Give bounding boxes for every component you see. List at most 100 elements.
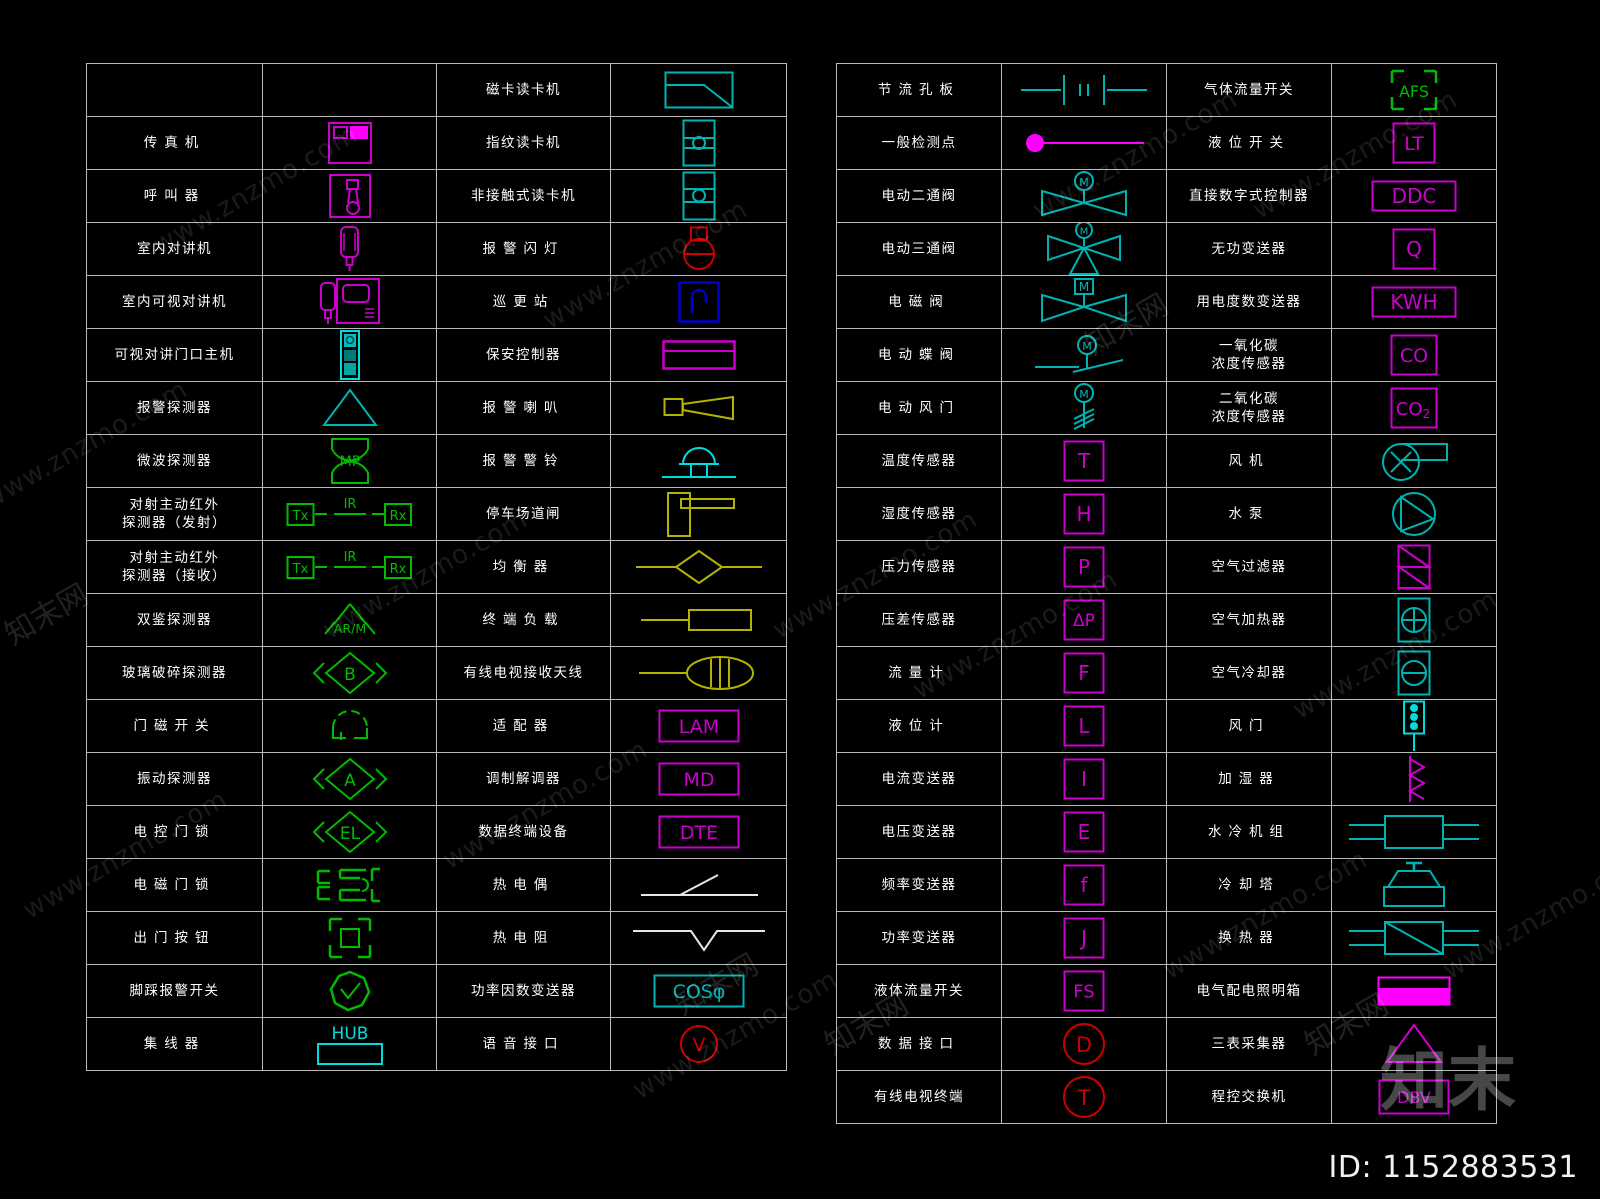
table-row: 电动风门 M 二氧化碳 浓度传感器 CO2 <box>836 381 1497 435</box>
level-meter-icon: L <box>1001 699 1167 753</box>
table-row: 一般检测点 液位开关 LT <box>836 116 1497 170</box>
symbol-label: 可视对讲门口主机 <box>86 328 263 382</box>
frequency-transducer-icon: f <box>1001 858 1167 912</box>
svg-text:A: A <box>344 771 356 791</box>
symbol-label: 振动探测器 <box>86 752 263 806</box>
svg-text:Tx: Tx <box>291 562 308 577</box>
symbol-label: 对射主动红外 探测器（接收） <box>86 540 263 594</box>
symbol-label: 无功变送器 <box>1166 222 1332 276</box>
watermark-brand-net: 知末网 <box>0 577 95 653</box>
table-row: 脚踩报警开关 功率因数变送器 COSφ <box>86 964 787 1018</box>
magnetic-door-lock-icon <box>262 858 437 912</box>
left-legend-table: 磁卡读卡机 传真机 指纹读卡机 呼叫器 非接触式读卡机 室内对讲机 报警闪灯 室内可视对讲机 巡… <box>86 63 787 1071</box>
svg-text:CO2: CO2 <box>1396 399 1430 421</box>
symbol-label: 频率变送器 <box>836 858 1002 912</box>
svg-text:ΔP: ΔP <box>1073 611 1095 631</box>
modem-md-icon: MD <box>610 752 787 806</box>
svg-text:J: J <box>1079 926 1087 950</box>
dte-icon: DTE <box>610 805 787 859</box>
symbol-label: 对射主动红外 探测器（发射） <box>86 487 263 541</box>
table-row: 传真机 指纹读卡机 <box>86 116 787 170</box>
equalizer-icon <box>610 540 787 594</box>
symbol-label: 玻璃破碎探测器 <box>86 646 263 700</box>
differential-pressure-sensor-icon: ΔP <box>1001 593 1167 647</box>
alarm-strobe-light-icon <box>610 222 787 276</box>
card-reader-mag-icon <box>610 63 787 117</box>
symbol-label: 集线器 <box>86 1017 263 1071</box>
water-pump-icon <box>1331 487 1497 541</box>
symbol-label: 液位开关 <box>1166 116 1332 170</box>
symbol-label: 空气冷却器 <box>1166 646 1332 700</box>
three-meter-collector-icon <box>1331 1017 1497 1071</box>
pressure-sensor-icon: P <box>1001 540 1167 594</box>
table-row: 电动蝶阀 M 一氧化碳 浓度传感器 CO <box>836 328 1497 382</box>
svg-text:H: H <box>1076 502 1091 526</box>
damper-icon <box>1331 699 1497 753</box>
svg-text:DBV: DBV <box>1397 1088 1431 1107</box>
symbol-label: 停车场道闸 <box>436 487 611 541</box>
symbol-label: 均衡器 <box>436 540 611 594</box>
svg-text:M: M <box>1079 176 1089 189</box>
svg-text:E: E <box>1078 820 1091 844</box>
symbol-label: 空气过滤器 <box>1166 540 1332 594</box>
voice-interface-icon: V <box>610 1017 787 1071</box>
table-row: 玻璃破碎探测器 B 有线电视接收天线 <box>86 646 787 700</box>
symbol-label: 换热器 <box>1166 911 1332 965</box>
table-row: 有线电视终端 T 程控交换机 DBV <box>836 1070 1497 1124</box>
adapter-lam-icon: LAM <box>610 699 787 753</box>
svg-text:Rx: Rx <box>389 562 406 577</box>
table-row: 室内对讲机 报警闪灯 <box>86 222 787 276</box>
water-chiller-icon <box>1331 805 1497 859</box>
symbol-label: 二氧化碳 浓度传感器 <box>1166 381 1332 435</box>
image-id-caption: ID: 1152883531 <box>1328 1150 1578 1185</box>
symbol-label: 一般检测点 <box>836 116 1002 170</box>
foot-alarm-switch-icon <box>262 964 437 1018</box>
symbol-label: 非接触式读卡机 <box>436 169 611 223</box>
symbol-label: 电动蝶阀 <box>836 328 1002 382</box>
table-row: 数据接口 D 三表采集器 <box>836 1017 1497 1071</box>
table-row: 功率变送器 J 换热器 <box>836 911 1497 965</box>
table-row: 电压变送器 E 水冷机组 <box>836 805 1497 859</box>
symbol-label: 电压变送器 <box>836 805 1002 859</box>
symbol-label: 冷却塔 <box>1166 858 1332 912</box>
symbol-label: 电动风门 <box>836 381 1002 435</box>
svg-text:M: M <box>1082 340 1092 353</box>
svg-text:Q: Q <box>1406 237 1422 261</box>
table-row: 液体流量开关 FS 电气配电照明箱 <box>836 964 1497 1018</box>
symbol-label: 液位计 <box>836 699 1002 753</box>
liquid-flow-switch-fs-icon: FS <box>1001 964 1167 1018</box>
symbol-label: 有线电视终端 <box>836 1070 1002 1124</box>
general-test-point-icon <box>1001 116 1167 170</box>
power-factor-transducer-icon: COSφ <box>610 964 787 1018</box>
table-row: 压力传感器 P 空气过滤器 <box>836 540 1497 594</box>
alarm-bell-icon <box>610 434 787 488</box>
catv-terminal-t-icon: T <box>1001 1070 1167 1124</box>
svg-text:B: B <box>344 665 356 685</box>
indoor-video-intercom-icon <box>262 275 437 329</box>
orifice-plate-icon <box>1001 63 1167 117</box>
symbol-label: 数据接口 <box>836 1017 1002 1071</box>
table-row: 出门按钮 热电阻 <box>86 911 787 965</box>
table-row: 湿度传感器 H 水泵 <box>836 487 1497 541</box>
table-row: 呼叫器 非接触式读卡机 <box>86 169 787 223</box>
table-row: 室内可视对讲机 巡更站 <box>86 275 787 329</box>
symbol-label: 适配器 <box>436 699 611 753</box>
svg-text:V: V <box>692 1034 705 1056</box>
symbol-label: 压力传感器 <box>836 540 1002 594</box>
glass-break-detector-icon: B <box>262 646 437 700</box>
svg-text:L: L <box>1078 714 1090 738</box>
humidity-sensor-icon: H <box>1001 487 1167 541</box>
pbx-dbv-icon: DBV <box>1331 1070 1497 1124</box>
right-legend-table: 节流孔板 气体流量开关 AFS 一般检测点 液位开关 LT 电动二通阀 M 直接数字式控制器 DD… <box>836 63 1497 1124</box>
symbol-label: 终端负载 <box>436 593 611 647</box>
symbol-label: 水泵 <box>1166 487 1332 541</box>
security-controller-icon <box>610 328 787 382</box>
symbol-label: 用电度数变送器 <box>1166 275 1332 329</box>
table-row: 电磁门锁 热电偶 <box>86 858 787 912</box>
air-cooler-icon <box>1331 646 1497 700</box>
dual-tech-detector-icon: AR/M <box>262 593 437 647</box>
symbol-label: 调制解调器 <box>436 752 611 806</box>
hub-icon: HUB <box>262 1017 437 1071</box>
svg-text:FS: FS <box>1073 981 1094 1002</box>
table-row: 电流变送器 I 加湿器 <box>836 752 1497 806</box>
